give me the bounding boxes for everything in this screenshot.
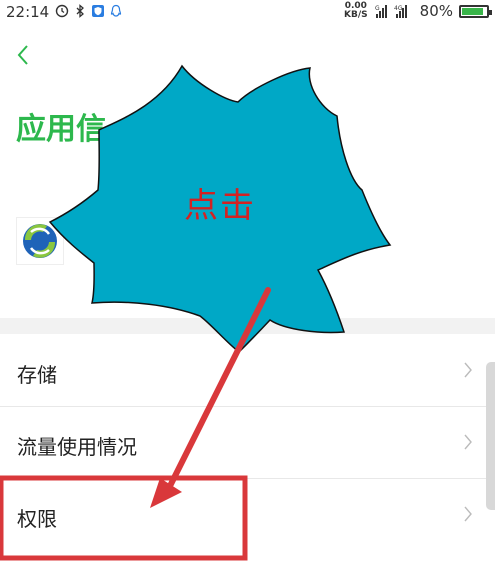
signal-icon: G 4G — [375, 5, 407, 18]
app-icon — [16, 217, 64, 265]
battery-percent: 80% — [419, 2, 453, 20]
svg-text:4G: 4G — [394, 5, 403, 12]
callout-text: 点击 — [184, 186, 256, 226]
list-item-label: 权限 — [17, 507, 57, 531]
qq-icon — [110, 4, 122, 17]
alarm-icon — [55, 4, 69, 18]
chevron-right-icon — [464, 506, 472, 522]
shield-icon — [92, 5, 104, 17]
status-bar: 22:14 0.00 KB/S G 4G 80% — [0, 0, 495, 24]
app-logo-icon — [23, 224, 57, 258]
section-divider — [0, 318, 495, 334]
network-speed: 0.00 KB/S — [344, 1, 368, 20]
chevron-right-icon — [464, 362, 472, 378]
status-time: 22:14 — [6, 3, 50, 21]
chevron-right-icon — [464, 434, 472, 450]
bluetooth-icon — [76, 4, 84, 18]
list-item-label: 存储 — [17, 363, 57, 387]
battery-icon — [459, 4, 492, 18]
page-title: 应用信 — [16, 112, 106, 147]
svg-text:G: G — [375, 5, 380, 12]
scrollbar-thumb[interactable] — [486, 362, 495, 510]
list-item-data-usage[interactable]: 流量使用情况 — [0, 407, 495, 479]
back-chevron-icon[interactable] — [12, 40, 36, 70]
list-item-label: 流量使用情况 — [17, 435, 137, 459]
list-item-permissions[interactable]: 权限 — [0, 479, 495, 551]
list-item-storage[interactable]: 存储 — [0, 335, 495, 407]
